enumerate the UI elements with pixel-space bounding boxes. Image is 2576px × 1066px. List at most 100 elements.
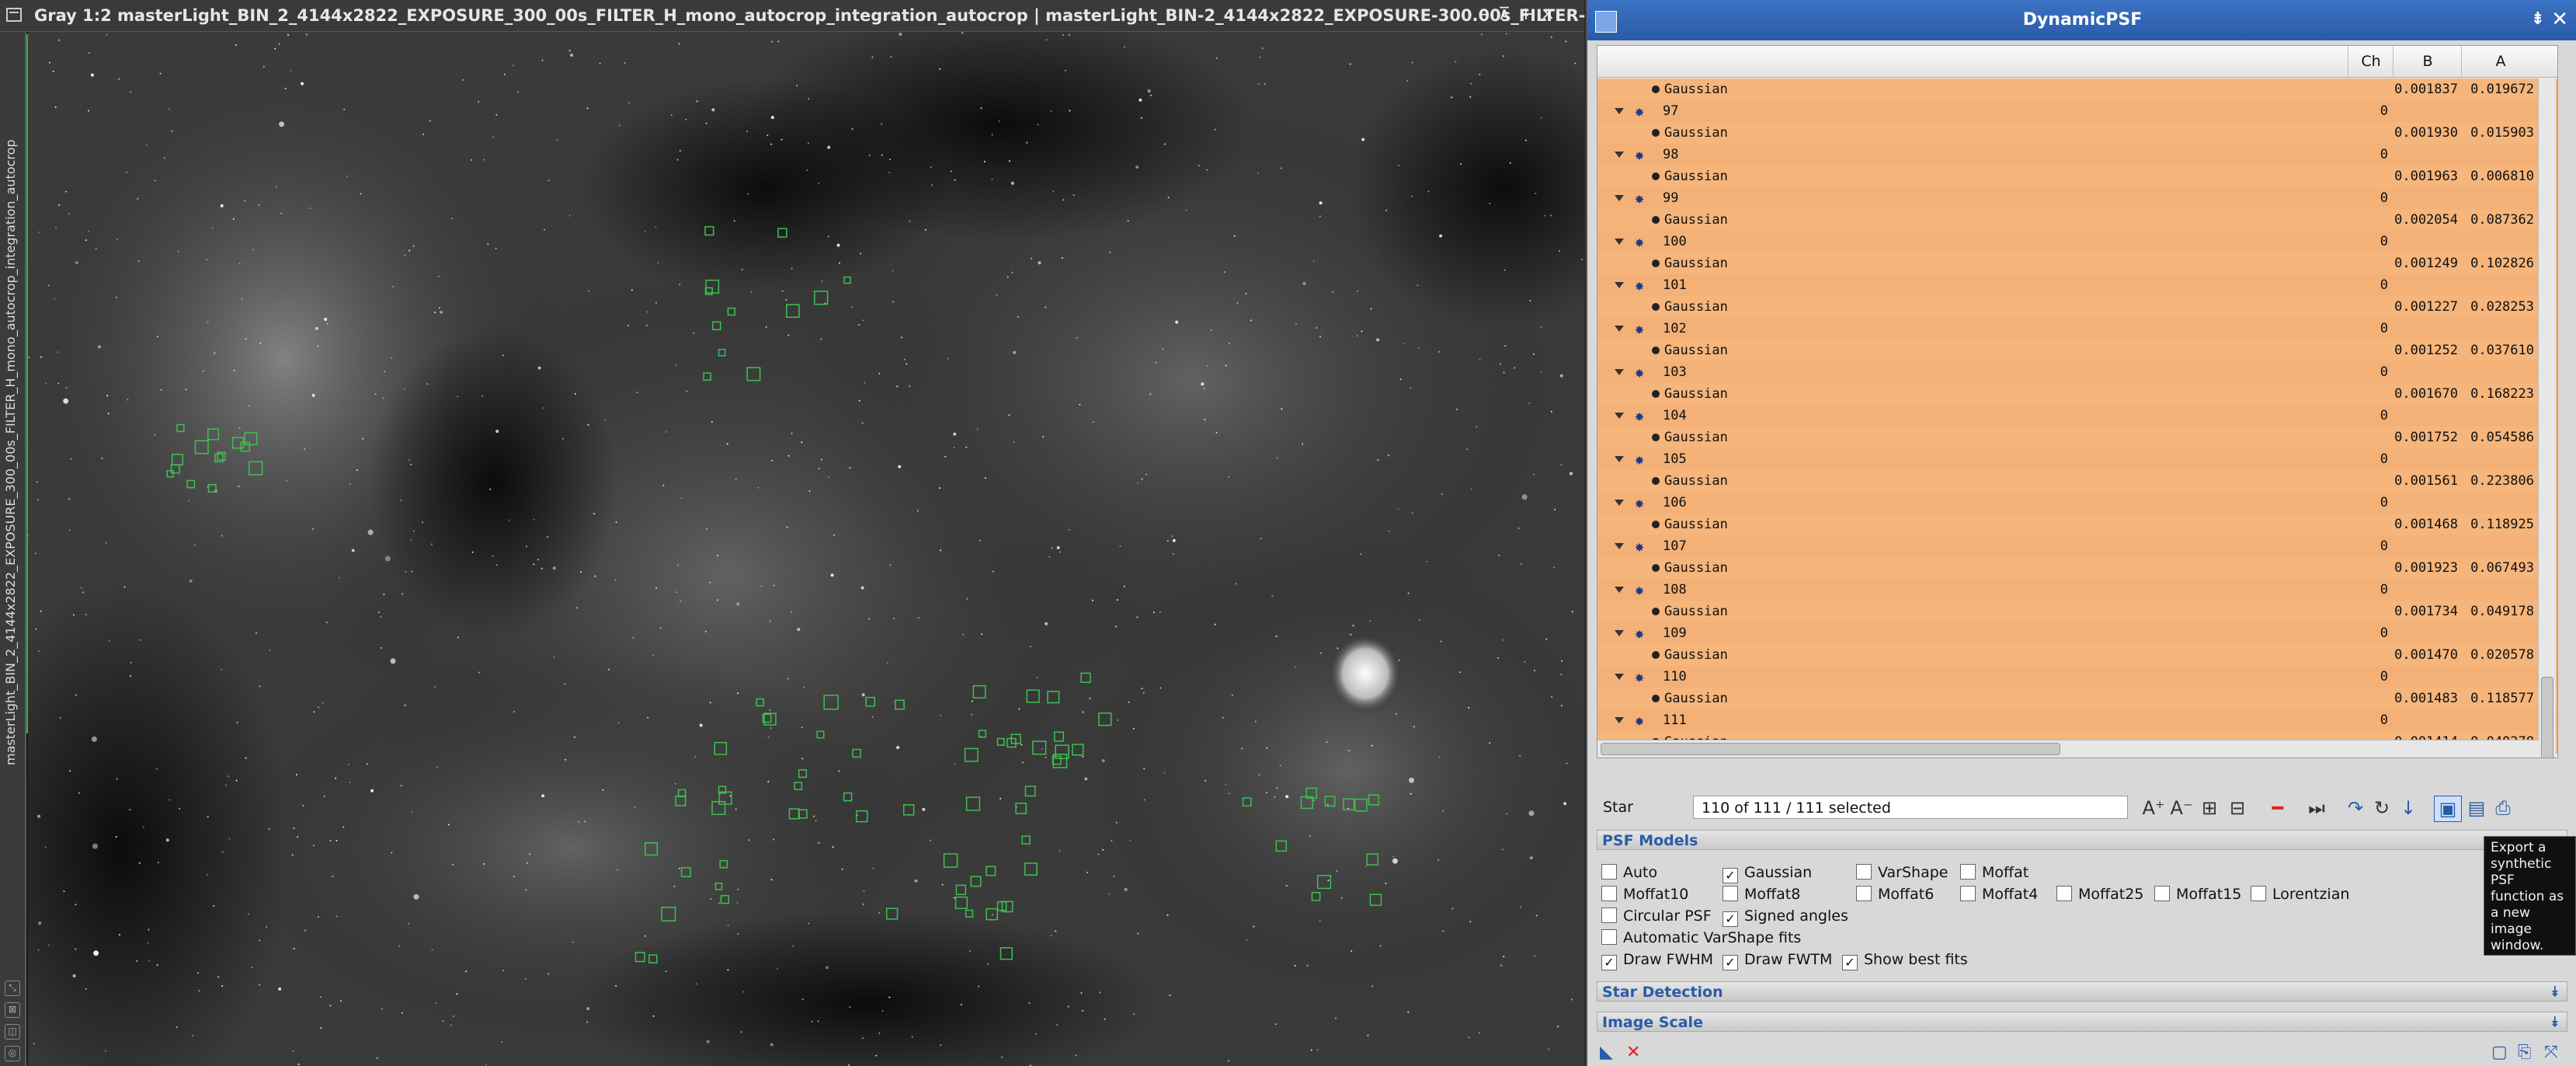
expander-icon[interactable] xyxy=(1615,543,1624,549)
lorentzian-box[interactable] xyxy=(2251,886,2266,901)
psf-fit-row[interactable]: Gaussian 0.001561 0.223806 xyxy=(1597,470,2557,493)
reset-icon[interactable]: ✕ xyxy=(1626,1043,1640,1062)
delete-icon[interactable]: ━ xyxy=(2265,796,2291,820)
star-row[interactable]: ✸ 97 0 xyxy=(1597,100,2557,123)
expand-all-icon[interactable]: ⊞ xyxy=(2196,796,2223,820)
psf-fit-row[interactable]: Gaussian 0.001752 0.054586 xyxy=(1597,427,2557,449)
expander-icon[interactable] xyxy=(1615,152,1624,158)
star-row[interactable]: ✸ 102 0 xyxy=(1597,318,2557,340)
moffat-box[interactable] xyxy=(1960,864,1976,880)
horizontal-scrollbar[interactable] xyxy=(1597,740,2539,758)
preferences-icon[interactable]: ⎘ xyxy=(2518,1043,2532,1062)
psf-fit-row[interactable]: Gaussian 0.001670 0.168223 xyxy=(1597,383,2557,406)
statistics-icon[interactable]: ▤ xyxy=(2463,796,2490,820)
recompute-icon[interactable]: ↷ xyxy=(2342,796,2369,820)
moffat8-checkbox[interactable]: Moffat8 xyxy=(1723,884,1800,904)
next-icon[interactable]: ⏭ xyxy=(2303,796,2330,820)
draw-fwhm-checkbox[interactable]: ✓ Draw FWHM xyxy=(1601,949,1713,970)
close-button[interactable]: × xyxy=(1538,5,1558,25)
expander-icon[interactable] xyxy=(1615,108,1624,114)
star-row[interactable]: ✸ 99 0 xyxy=(1597,187,2557,210)
draw-fwtm-checkbox[interactable]: ✓ Draw FWTM xyxy=(1723,949,1832,970)
moffat10-box[interactable] xyxy=(1601,886,1617,901)
star-row[interactable]: ✸ 107 0 xyxy=(1597,535,2557,558)
moffat25-box[interactable] xyxy=(2056,886,2072,901)
show-best-fits-checkbox[interactable]: ✓ Show best fits xyxy=(1842,949,1968,970)
psf-fit-row[interactable]: Gaussian 0.001470 0.020578 xyxy=(1597,644,2557,667)
psf-fit-row[interactable]: Gaussian 0.001468 0.118925 xyxy=(1597,514,2557,536)
vertical-scroll-thumb[interactable] xyxy=(2541,677,2553,758)
column-a[interactable]: A xyxy=(2461,46,2539,77)
star-row[interactable]: ✸ 111 0 xyxy=(1597,709,2557,732)
export-data-icon[interactable]: ⎙ xyxy=(2490,796,2516,820)
moffat6-box[interactable] xyxy=(1856,886,1872,901)
psf-fit-row[interactable]: Gaussian 0.001930 0.015903 xyxy=(1597,122,2557,145)
star-row[interactable]: ✸ 103 0 xyxy=(1597,361,2557,384)
close-icon[interactable]: ✕ xyxy=(2551,9,2568,30)
psf-fit-row[interactable]: Gaussian 0.001249 0.102826 xyxy=(1597,253,2557,275)
star-row[interactable]: ✸ 98 0 xyxy=(1597,144,2557,166)
font-increase-icon[interactable]: A⁺ xyxy=(2140,796,2167,820)
star-row[interactable]: ✸ 106 0 xyxy=(1597,492,2557,514)
image-scale-section[interactable]: Image Scale ⯯ xyxy=(1597,1012,2567,1032)
refresh-icon[interactable]: ↻ xyxy=(2369,796,2395,820)
expand-chevron-icon[interactable]: ⯯ xyxy=(2550,1012,2559,1033)
circular-psf-checkbox[interactable]: Circular PSF xyxy=(1601,906,1712,926)
star-row[interactable]: ✸ 105 0 xyxy=(1597,448,2557,471)
moffat10-checkbox[interactable]: Moffat10 xyxy=(1601,884,1688,904)
draw-fwhm-box[interactable]: ✓ xyxy=(1601,955,1617,970)
lock-icon[interactable]: ⊠ xyxy=(5,1002,20,1018)
signed-angles-box[interactable]: ✓ xyxy=(1723,911,1738,927)
auto-box[interactable] xyxy=(1601,864,1617,880)
tree-header-name[interactable] xyxy=(1597,46,2348,77)
column-ch[interactable]: Ch xyxy=(2348,46,2393,77)
auto-varshape-checkbox[interactable]: Automatic VarShape fits xyxy=(1601,928,1801,948)
expander-icon[interactable] xyxy=(1615,717,1624,723)
new-instance-icon[interactable]: ◣ xyxy=(1600,1043,1613,1062)
expander-icon[interactable] xyxy=(1615,587,1624,593)
mask-icon[interactable]: ◎ xyxy=(5,1046,20,1061)
varshape-box[interactable] xyxy=(1856,864,1872,880)
psf-tree-view[interactable]: Ch B A Gaussian 0.001837 0.019672 ✸ 97 0 Gauss… xyxy=(1597,45,2558,758)
expander-icon[interactable] xyxy=(1615,282,1624,288)
star-row[interactable]: ✸ 104 0 xyxy=(1597,405,2557,427)
moffat8-box[interactable] xyxy=(1723,886,1738,901)
star-detection-section[interactable]: Star Detection ⯯ xyxy=(1597,981,2567,1002)
image-identifier-tab[interactable]: masterLight_BIN_2_4144x2822_EXPOSURE_300… xyxy=(0,32,26,1066)
moffat4-checkbox[interactable]: Moffat4 xyxy=(1960,884,2038,904)
star-row[interactable]: ✸ 110 0 xyxy=(1597,666,2557,688)
expander-icon[interactable] xyxy=(1615,195,1624,201)
lorentzian-checkbox[interactable]: Lorentzian xyxy=(2251,884,2349,904)
moffat4-box[interactable] xyxy=(1960,886,1976,901)
gaussian-checkbox[interactable]: ✓ Gaussian xyxy=(1723,862,1812,883)
expander-icon[interactable] xyxy=(1615,500,1624,506)
circular-psf-box[interactable] xyxy=(1601,907,1617,923)
collapse-all-icon[interactable]: ⊟ xyxy=(2224,796,2251,820)
expander-icon[interactable] xyxy=(1615,674,1624,680)
psf-fit-row[interactable]: Gaussian 0.002054 0.087362 xyxy=(1597,209,2557,232)
expander-icon[interactable] xyxy=(1615,630,1624,636)
dynamicpsf-titlebar[interactable]: DynamicPSF ⇟ ✕ xyxy=(1587,0,2576,40)
gaussian-box[interactable]: ✓ xyxy=(1723,868,1738,883)
varshape-checkbox[interactable]: VarShape xyxy=(1856,862,1948,883)
signed-angles-checkbox[interactable]: ✓ Signed angles xyxy=(1723,906,1848,927)
export-psf-icon[interactable]: ▣ xyxy=(2434,796,2462,822)
psf-models-section[interactable]: PSF Models xyxy=(1597,830,2567,850)
minimize-button[interactable]: – xyxy=(1472,5,1493,25)
window-menu-icon[interactable] xyxy=(6,8,22,22)
expander-icon[interactable] xyxy=(1615,369,1624,375)
resize-handle-icon[interactable]: ⤡ xyxy=(5,981,20,996)
auto-varshape-box[interactable] xyxy=(1601,929,1617,945)
moffat6-checkbox[interactable]: Moffat6 xyxy=(1856,884,1934,904)
psf-fit-row[interactable]: Gaussian 0.001837 0.019672 xyxy=(1597,78,2557,101)
horizontal-scroll-thumb[interactable] xyxy=(1601,743,2060,755)
expander-icon[interactable] xyxy=(1615,456,1624,462)
psf-fit-row[interactable]: Gaussian 0.001923 0.067493 xyxy=(1597,557,2557,580)
draw-fwtm-box[interactable]: ✓ xyxy=(1723,955,1738,970)
moffat-checkbox[interactable]: Moffat xyxy=(1960,862,2028,883)
reset-process-icon[interactable]: ⤧ xyxy=(2544,1043,2558,1062)
star-row[interactable]: ✸ 101 0 xyxy=(1597,274,2557,297)
moffat15-box[interactable] xyxy=(2154,886,2170,901)
browse-documentation-icon[interactable]: ▢ xyxy=(2491,1043,2508,1062)
moffat25-checkbox[interactable]: Moffat25 xyxy=(2056,884,2143,904)
